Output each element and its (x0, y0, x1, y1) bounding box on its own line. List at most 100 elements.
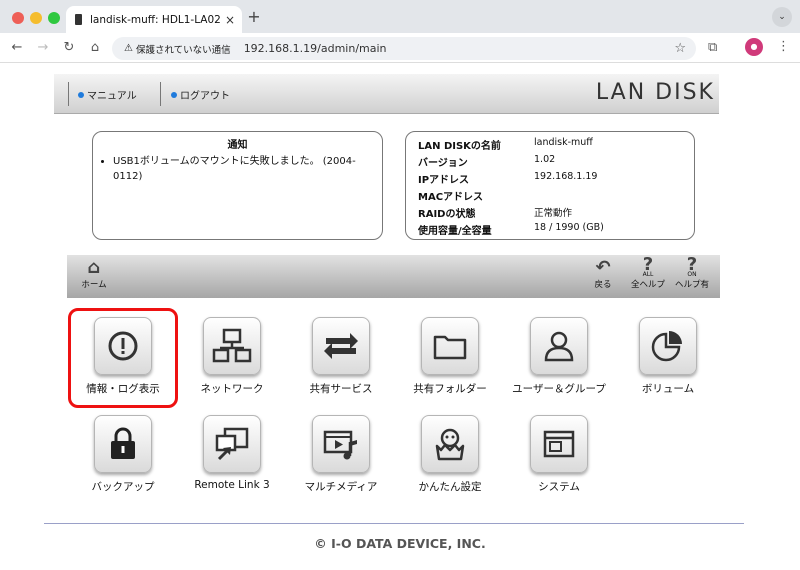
tile-label: ボリューム (641, 383, 695, 395)
info-value: landisk-muff (534, 137, 593, 148)
pie-icon (651, 331, 682, 362)
landisk-header: マニュアル ログアウト LAN DISK (54, 74, 719, 114)
info-row: RAIDの状態 正常動作 (418, 205, 572, 220)
browser-menu-icon[interactable]: ⋮ (777, 39, 790, 54)
bookmark-star-icon[interactable]: ☆ (674, 41, 686, 56)
security-label: 保護されていない通信 (135, 44, 231, 56)
nav-bar: ⌂ ホーム ↶ 戻る ? ALL 全ヘルプ ? ON ヘルプ有 (67, 255, 720, 298)
landisk-logo: LAN DISK (595, 80, 715, 105)
easy-setup-button[interactable] (421, 415, 479, 473)
help-on-label: ヘルプ有 (674, 280, 709, 290)
bullet-icon (78, 91, 84, 98)
tile-label: システム (538, 481, 580, 493)
reload-icon[interactable]: ↻ (60, 39, 78, 57)
forward-arrow-icon[interactable]: → (34, 39, 52, 57)
address-bar[interactable]: ⚠ 保護されていない通信 192.168.1.19/admin/main ☆ (112, 37, 696, 60)
remote-link-icon (215, 427, 249, 461)
remote-link-button[interactable] (203, 415, 261, 473)
info-label: RAIDの状態 (418, 209, 476, 220)
browser-toolbar: ← → ↻ ⌂ ⚠ 保護されていない通信 192.168.1.19/admin/… (0, 33, 800, 63)
favicon-icon (75, 14, 82, 25)
all-help-button[interactable]: ? ALL 全ヘルプ (627, 256, 669, 291)
home-icon: ⌂ (87, 257, 101, 278)
new-tab-button[interactable]: + (244, 6, 264, 28)
profile-avatar[interactable]: ● (745, 38, 763, 56)
info-label: MACアドレス (418, 192, 484, 203)
backup-button[interactable] (94, 415, 152, 473)
network-button[interactable] (203, 317, 261, 375)
menu-tile-network[interactable]: ネットワーク (177, 317, 287, 407)
security-indicator[interactable]: ⚠ 保護されていない通信 (120, 40, 237, 57)
all-help-label: 全ヘルプ (630, 280, 665, 290)
info-label: 使用容量/全容量 (418, 226, 492, 237)
info-value: 正常動作 (534, 208, 573, 219)
menu-tile-volume[interactable]: ボリューム (613, 317, 723, 407)
info-row: MACアドレス (418, 188, 534, 203)
help-icon: ? (686, 254, 698, 275)
copyright-text: © I-O DATA DEVICE, INC. (314, 536, 486, 551)
menu-tile-easy-setup[interactable]: かんたん設定 (395, 415, 505, 505)
divider (160, 82, 161, 106)
warning-icon: ⚠ (124, 43, 133, 54)
info-label: IPアドレス (418, 175, 470, 186)
menu-tile-shared-services[interactable]: 共有サービス (286, 317, 396, 407)
browser-tab[interactable]: landisk-muff: HDL1-LA02 × (66, 6, 242, 33)
back-arrow-icon[interactable]: ← (8, 39, 26, 57)
window-icon (543, 430, 575, 458)
tab-search-button[interactable]: ⌄ (772, 7, 792, 27)
multimedia-icon (323, 430, 357, 460)
menu-tile-remote-link[interactable]: Remote Link 3 (177, 415, 287, 505)
zoom-window-button[interactable] (48, 12, 60, 24)
home-button[interactable]: ⌂ ホーム (79, 257, 109, 291)
folder-icon (433, 335, 467, 360)
manual-link[interactable]: マニュアル (78, 87, 137, 102)
info-value: 18 / 1990 (GB) (534, 222, 604, 233)
volume-button[interactable] (639, 317, 697, 375)
bullet-icon (171, 91, 177, 98)
info-value: 1.02 (534, 154, 556, 165)
back-button[interactable]: ↶ 戻る (589, 257, 617, 291)
logout-label: ログアウト (180, 91, 230, 102)
users-groups-button[interactable] (530, 317, 588, 375)
info-row: LAN DISKの名前 landisk-muff (418, 137, 593, 152)
extensions-icon[interactable]: ⧉ (708, 40, 717, 55)
network-icon (212, 328, 252, 363)
browser-tabstrip: landisk-muff: HDL1-LA02 × + ⌄ (0, 0, 800, 33)
highlight-frame (68, 308, 178, 408)
notice-title: 通知 (227, 140, 248, 151)
notice-box: 通知 USB1ボリュームのマウントに失敗しました。 (2004-0112) (92, 131, 383, 240)
minimize-window-button[interactable] (30, 12, 42, 24)
manual-label: マニュアル (87, 91, 137, 102)
footer-divider (44, 523, 744, 524)
menu-tile-backup[interactable]: バックアップ (68, 415, 178, 505)
info-label: バージョン (418, 158, 468, 169)
shared-folders-button[interactable] (421, 317, 479, 375)
menu-tile-multimedia[interactable]: マルチメディア (286, 415, 396, 505)
multimedia-button[interactable] (312, 415, 370, 473)
shared-services-button[interactable] (312, 317, 370, 375)
logout-link[interactable]: ログアウト (171, 87, 230, 102)
help-on-button[interactable]: ? ON ヘルプ有 (671, 254, 713, 291)
menu-tile-users-groups[interactable]: ユーザー＆グループ (504, 317, 614, 407)
lock-icon (111, 427, 135, 459)
back-label: 戻る (594, 280, 612, 290)
menu-tile-shared-folders[interactable]: 共有フォルダー (395, 317, 505, 407)
home-icon[interactable]: ⌂ (86, 39, 104, 57)
system-button[interactable] (530, 415, 588, 473)
url-text[interactable]: 192.168.1.19/admin/main (244, 42, 387, 55)
info-label: LAN DISKの名前 (418, 141, 501, 152)
close-window-button[interactable] (12, 12, 24, 24)
home-label: ホーム (81, 280, 107, 290)
chick-icon (435, 428, 465, 461)
back-curve-icon: ↶ (595, 257, 611, 278)
info-value: 192.168.1.19 (534, 171, 598, 182)
tab-close-button[interactable]: × (222, 13, 238, 27)
user-icon (544, 331, 574, 362)
info-row: バージョン 1.02 (418, 154, 555, 169)
divider (68, 82, 69, 106)
arrows-icon (324, 333, 358, 359)
menu-tile-system[interactable]: システム (504, 415, 614, 505)
tab-title: landisk-muff: HDL1-LA02 (90, 13, 221, 26)
info-row: IPアドレス 192.168.1.19 (418, 171, 597, 186)
device-info-box: LAN DISKの名前 landisk-muff バージョン 1.02 IPアドレス… (405, 131, 695, 240)
